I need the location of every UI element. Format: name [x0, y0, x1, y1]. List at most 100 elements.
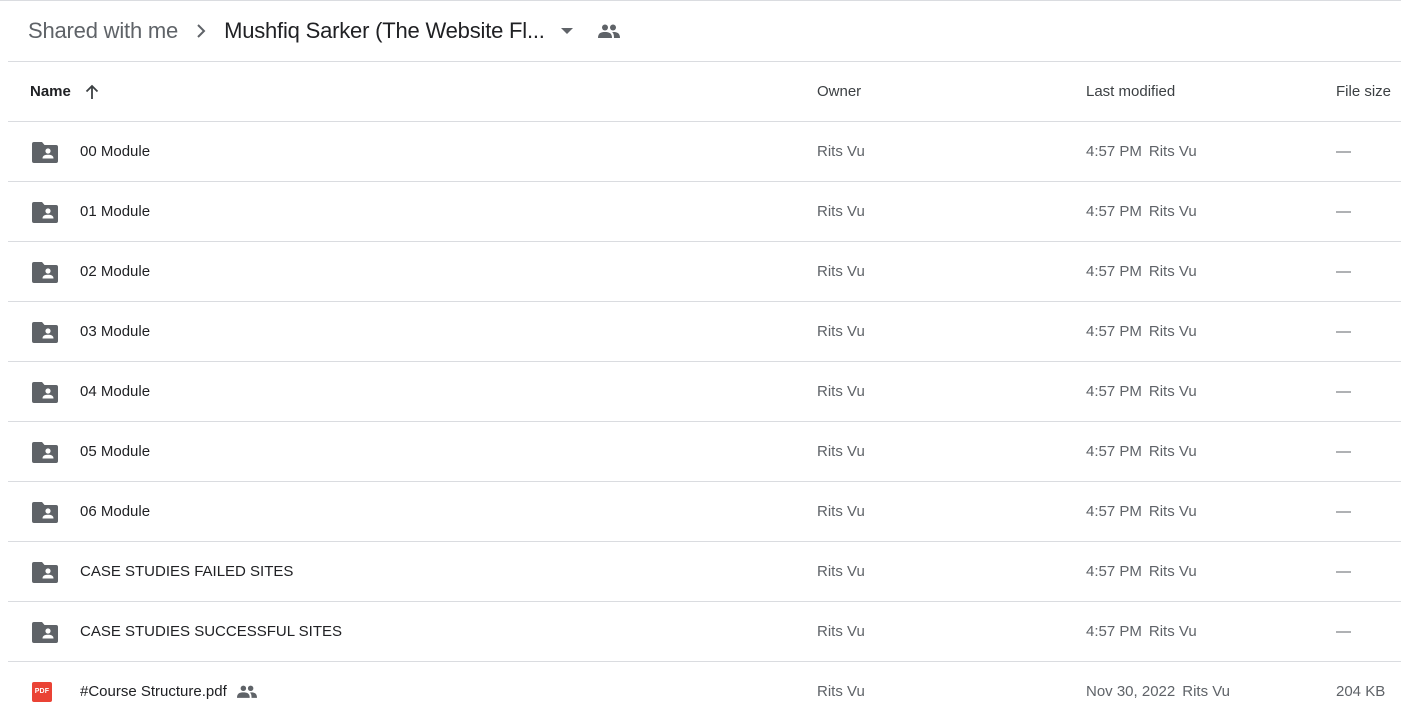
modified-by: Rits Vu [1148, 323, 1197, 340]
table-body: 00 Module Rits Vu 4:57 PM Rits Vu —01 Module… [8, 122, 1401, 718]
pdf-icon: PDF [32, 662, 58, 718]
file-name[interactable]: 00 Module [80, 122, 150, 181]
file-size: — [1336, 203, 1351, 220]
file-name-label: 03 Module [80, 323, 151, 340]
file-last-modified: 4:57 PM Rits Vu [1086, 362, 1197, 421]
file-name-label: 00 Module [80, 143, 151, 160]
modified-by: Rits Vu [1148, 623, 1197, 640]
modified-by: Rits Vu [1148, 383, 1197, 400]
modified-time: 4:57 PM [1086, 623, 1142, 640]
file-name[interactable]: 05 Module [80, 422, 150, 481]
column-header-name[interactable]: Name [30, 62, 99, 121]
people-icon [597, 19, 621, 43]
modified-time: 4:57 PM [1086, 503, 1142, 520]
file-name-label: CASE STUDIES SUCCESSFUL SITES [80, 623, 343, 640]
file-size: — [1336, 263, 1351, 280]
file-name[interactable]: 02 Module [80, 242, 150, 301]
modified-time: 4:57 PM [1086, 443, 1142, 460]
table-row[interactable]: 00 Module Rits Vu 4:57 PM Rits Vu — [8, 122, 1401, 182]
breadcrumb-shared-with-me[interactable]: Shared with me [28, 18, 178, 44]
table-row[interactable]: 01 Module Rits Vu 4:57 PM Rits Vu — [8, 182, 1401, 242]
arrow-up-icon[interactable] [85, 84, 99, 100]
file-last-modified: 4:57 PM Rits Vu [1086, 242, 1197, 301]
modified-time: 4:57 PM [1086, 383, 1142, 400]
file-name-label: 05 Module [80, 443, 151, 460]
file-owner: Rits Vu [817, 143, 865, 160]
modified-by: Rits Vu [1182, 683, 1231, 700]
file-name[interactable]: 01 Module [80, 182, 150, 241]
file-size: 204 KB [1336, 683, 1386, 700]
table-row[interactable]: 05 Module Rits Vu 4:57 PM Rits Vu — [8, 422, 1401, 482]
table-row[interactable]: PDF #Course Structure.pdf Rits Vu Nov 30, 2… [8, 662, 1401, 718]
column-header-file-size[interactable]: File size [1336, 62, 1391, 121]
shared-folder-icon [32, 122, 58, 181]
breadcrumb-current-folder[interactable]: Mushfiq Sarker (The Website Fl... [224, 18, 545, 44]
shared-folder-icon [32, 182, 58, 241]
shared-folder-icon [32, 362, 58, 421]
file-name[interactable]: CASE STUDIES SUCCESSFUL SITES [80, 602, 342, 661]
file-name[interactable]: #Course Structure.pdf [80, 662, 257, 718]
modified-time: 4:57 PM [1086, 323, 1142, 340]
file-owner: Rits Vu [817, 503, 865, 520]
file-size: — [1336, 323, 1351, 340]
file-size: — [1336, 143, 1351, 160]
column-header-last-modified[interactable]: Last modified [1086, 62, 1175, 121]
shared-folder-icon [32, 482, 58, 541]
modified-by: Rits Vu [1148, 563, 1197, 580]
modified-by: Rits Vu [1148, 443, 1197, 460]
chevron-right-icon [196, 23, 206, 39]
table-row[interactable]: 03 Module Rits Vu 4:57 PM Rits Vu — [8, 302, 1401, 362]
shared-folder-icon [32, 302, 58, 361]
file-owner: Rits Vu [817, 323, 865, 340]
file-last-modified: 4:57 PM Rits Vu [1086, 182, 1197, 241]
table-header: Name Owner Last modified File size [8, 62, 1401, 122]
file-name-label: 06 Module [80, 503, 151, 520]
file-size: — [1336, 623, 1351, 640]
file-last-modified: 4:57 PM Rits Vu [1086, 602, 1197, 661]
modified-time: 4:57 PM [1086, 203, 1142, 220]
modified-by: Rits Vu [1148, 503, 1197, 520]
file-name[interactable]: 03 Module [80, 302, 150, 361]
shared-folder-icon [32, 242, 58, 301]
file-owner: Rits Vu [817, 623, 865, 640]
file-owner: Rits Vu [817, 683, 865, 700]
file-name[interactable]: 04 Module [80, 362, 150, 421]
file-owner: Rits Vu [817, 203, 865, 220]
file-last-modified: 4:57 PM Rits Vu [1086, 122, 1197, 181]
modified-time: 4:57 PM [1086, 563, 1142, 580]
shared-folder-icon [32, 422, 58, 481]
column-header-name-label: Name [30, 83, 71, 100]
file-last-modified: 4:57 PM Rits Vu [1086, 542, 1197, 601]
table-row[interactable]: 04 Module Rits Vu 4:57 PM Rits Vu — [8, 362, 1401, 422]
file-last-modified: Nov 30, 2022 Rits Vu [1086, 662, 1230, 718]
caret-down-icon[interactable] [555, 19, 579, 43]
table-row[interactable]: CASE STUDIES SUCCESSFUL SITES Rits Vu 4:57… [8, 602, 1401, 662]
table-row[interactable]: 06 Module Rits Vu 4:57 PM Rits Vu — [8, 482, 1401, 542]
file-name-label: CASE STUDIES FAILED SITES [80, 563, 294, 580]
modified-by: Rits Vu [1148, 203, 1197, 220]
file-name-label: #Course Structure.pdf [80, 683, 227, 700]
pdf-icon-label: PDF [32, 681, 52, 702]
file-last-modified: 4:57 PM Rits Vu [1086, 482, 1197, 541]
file-size: — [1336, 563, 1351, 580]
file-last-modified: 4:57 PM Rits Vu [1086, 302, 1197, 361]
table-row[interactable]: 02 Module Rits Vu 4:57 PM Rits Vu — [8, 242, 1401, 302]
file-owner: Rits Vu [817, 563, 865, 580]
modified-time: 4:57 PM [1086, 263, 1142, 280]
file-owner: Rits Vu [817, 443, 865, 460]
table-row[interactable]: CASE STUDIES FAILED SITES Rits Vu 4:57 PM R… [8, 542, 1401, 602]
modified-time: 4:57 PM [1086, 143, 1142, 160]
file-size: — [1336, 443, 1351, 460]
file-name[interactable]: 06 Module [80, 482, 150, 541]
people-icon [236, 685, 257, 698]
file-name-label: 01 Module [80, 203, 151, 220]
file-size: — [1336, 383, 1351, 400]
file-owner: Rits Vu [817, 383, 865, 400]
breadcrumb: Shared with me Mushfiq Sarker (The Websi… [8, 1, 1401, 62]
column-header-owner[interactable]: Owner [817, 62, 861, 121]
file-list: Name Owner Last modified File size 00 Mo… [8, 62, 1401, 718]
file-name[interactable]: CASE STUDIES FAILED SITES [80, 542, 293, 601]
file-name-label: 04 Module [80, 383, 151, 400]
file-owner: Rits Vu [817, 263, 865, 280]
file-size: — [1336, 503, 1351, 520]
